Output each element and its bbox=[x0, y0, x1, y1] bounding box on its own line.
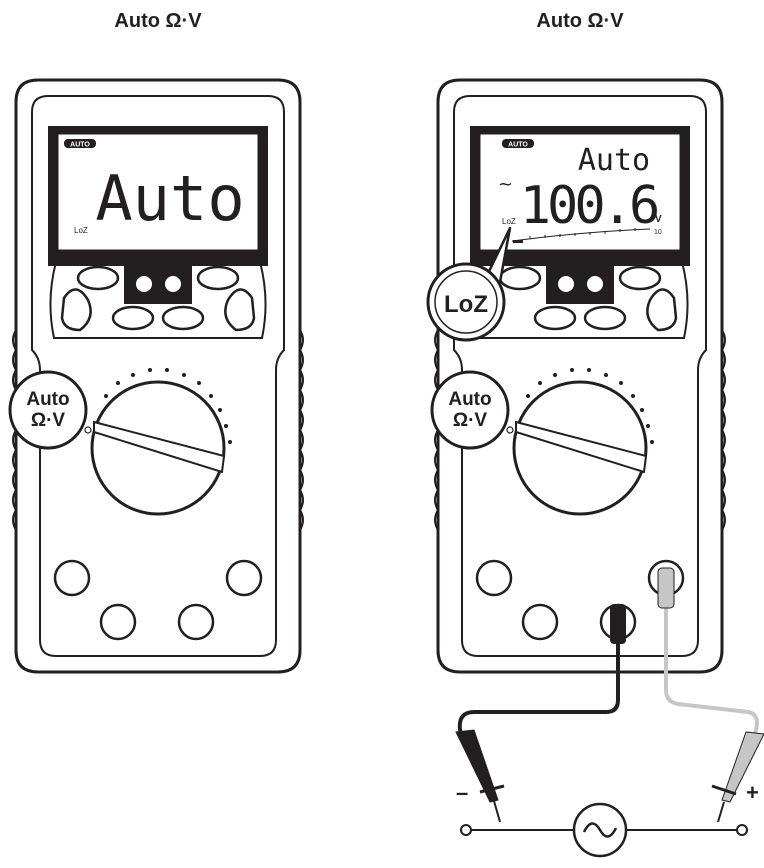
right-meter: AUTO Auto ~ 100.6 V LoZ 0 10 LoZ bbox=[426, 78, 726, 674]
right-lcd-unit: V bbox=[655, 214, 662, 225]
left-button-top-right[interactable] bbox=[196, 265, 240, 291]
left-button-top-left[interactable] bbox=[76, 265, 120, 291]
right-center-button-1[interactable] bbox=[558, 276, 574, 292]
right-jack-2[interactable] bbox=[521, 603, 559, 641]
black-lead-plug bbox=[610, 604, 626, 644]
grey-probe-tip bbox=[717, 801, 725, 823]
left-lcd-loz: LoZ bbox=[74, 226, 88, 235]
right-dial-callout-line1: Auto bbox=[448, 389, 491, 410]
left-center-button-2[interactable] bbox=[165, 276, 181, 292]
right-button-top-right[interactable] bbox=[618, 265, 662, 291]
left-dial-callout-line2: Ω·V bbox=[31, 410, 66, 431]
left-dial-callout-line1: Auto bbox=[26, 389, 69, 410]
right-dial-callout-line2: Ω·V bbox=[453, 410, 488, 431]
left-jack-1[interactable] bbox=[53, 559, 91, 597]
black-probe-tip bbox=[493, 800, 501, 823]
left-button-side-right[interactable] bbox=[224, 288, 256, 332]
left-button-bottom-left[interactable] bbox=[111, 305, 155, 331]
left-lcd-auto-badge-text: AUTO bbox=[70, 142, 90, 149]
right-jack-1[interactable] bbox=[475, 559, 513, 597]
left-jack-3[interactable] bbox=[177, 603, 215, 641]
right-lcd-loz: LoZ bbox=[502, 217, 516, 226]
right-lcd-auto-text: Auto bbox=[578, 143, 650, 178]
right-center-button-2[interactable] bbox=[587, 276, 603, 292]
left-dial-pointer-dot bbox=[84, 426, 92, 434]
ac-circuit: – + bbox=[456, 780, 759, 858]
polarity-minus: – bbox=[456, 780, 468, 805]
right-button-bottom-left[interactable] bbox=[533, 305, 577, 331]
right-button-bottom-right[interactable] bbox=[583, 305, 627, 331]
left-jack-4[interactable] bbox=[225, 559, 263, 597]
right-bargraph-max: 10 bbox=[654, 229, 662, 236]
left-button-side-left[interactable] bbox=[60, 288, 92, 332]
left-lcd-main-text: Auto bbox=[95, 162, 244, 235]
left-center-button-1[interactable] bbox=[136, 276, 152, 292]
polarity-plus: + bbox=[746, 780, 759, 805]
left-button-bottom-right[interactable] bbox=[161, 305, 205, 331]
loz-callout-text: LoZ bbox=[444, 291, 488, 318]
right-lcd-reading: 100.6 bbox=[520, 176, 657, 236]
right-bargraph-fill bbox=[513, 240, 523, 243]
right-button-side-right[interactable] bbox=[646, 288, 678, 332]
left-button-center-block bbox=[124, 262, 192, 304]
diagram-canvas: AUTO Auto LoZ Auto Ω·V AUTO Auto ~ 100.6… bbox=[8, 78, 764, 858]
circuit-terminal-right bbox=[736, 824, 748, 836]
left-meter: AUTO Auto LoZ Auto Ω·V bbox=[8, 78, 304, 674]
right-button-top-left[interactable] bbox=[498, 265, 542, 291]
grey-lead-plug bbox=[657, 567, 675, 609]
right-lcd-auto-badge-text: AUTO bbox=[508, 142, 528, 149]
right-button-center-block bbox=[546, 262, 614, 304]
right-dial-pointer-dot bbox=[506, 426, 514, 434]
circuit-terminal-left bbox=[460, 824, 472, 836]
right-lcd-ac-symbol: ~ bbox=[498, 174, 513, 195]
left-jack-2[interactable] bbox=[99, 603, 137, 641]
